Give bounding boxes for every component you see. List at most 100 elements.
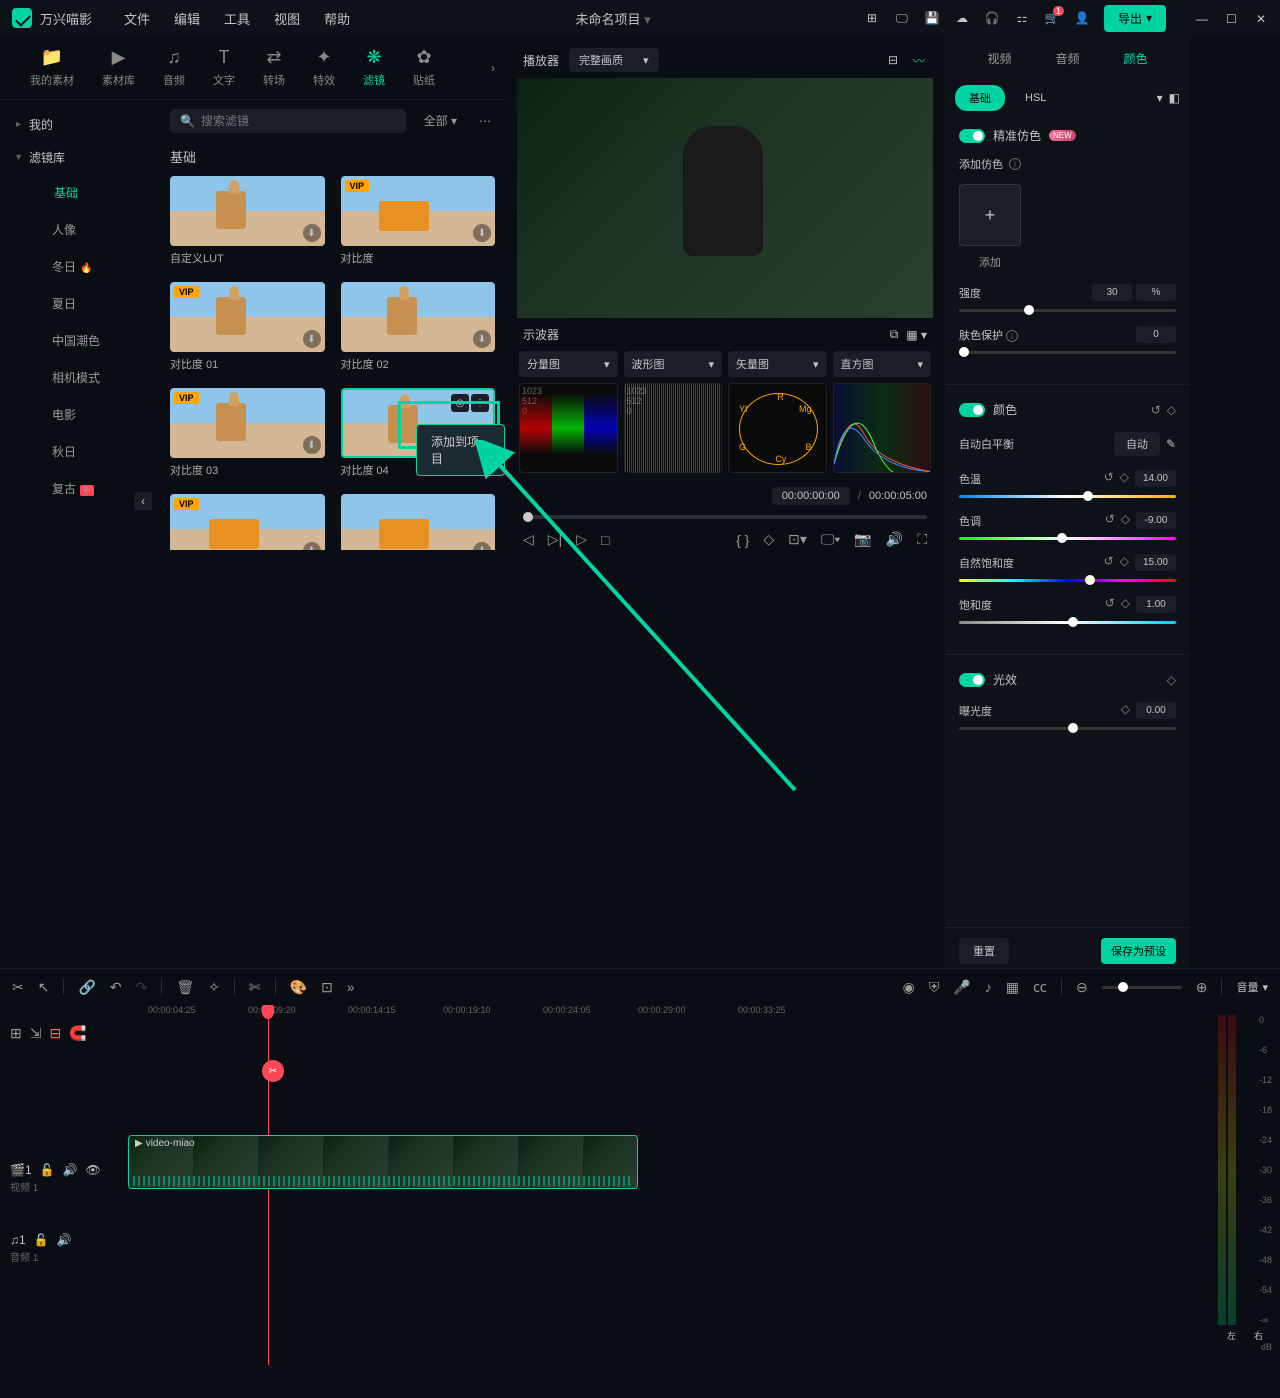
eyedropper-icon[interactable]: ✎ [1166,437,1176,451]
tool-cc[interactable]: ㏄ [1033,977,1047,997]
mark-icon[interactable]: ◇ [763,531,774,548]
menu-edit[interactable]: 编辑 [162,5,212,32]
audio-track-header[interactable]: ♫1🔓🔊 音频 1 [0,1227,128,1297]
tool-shield[interactable]: ⛨ [929,979,940,996]
scope-tab-parade[interactable]: 分量图▾ [519,351,618,377]
color-toggle[interactable] [959,403,985,417]
keyframe-icon[interactable]: ◇ [1167,403,1176,417]
close-icon[interactable]: ✕ [1256,12,1268,24]
preset-item[interactable]: ⬇ [341,494,496,550]
prev-frame-icon[interactable]: ◁ [523,531,534,548]
sidebar-library[interactable]: ▾滤镜库 [0,141,160,174]
tl-expand-icon[interactable]: ⇲ [30,1025,42,1047]
timeline-ruler[interactable]: 00:00:04:25 00:00:09:20 00:00:14:15 00:0… [128,1005,1210,1025]
saturation-slider[interactable] [959,621,1176,624]
subtab-basic[interactable]: 基础 [955,85,1005,111]
zoom-out-icon[interactable]: ⊖ [1076,979,1088,996]
export-button[interactable]: 导出 ▾ [1104,5,1166,32]
tool-color[interactable]: 🎨 [290,979,307,996]
preset-custom-lut[interactable]: ⬇自定义LUT [170,176,325,266]
stop-icon[interactable]: □ [601,532,609,548]
menu-file[interactable]: 文件 [112,5,162,32]
preset-contrast-02[interactable]: ⬇对比度 02 [341,282,496,372]
temperature-slider[interactable] [959,495,1176,498]
tab-stock[interactable]: ▶素材库 [102,47,135,88]
menu-help[interactable]: 帮助 [312,5,362,32]
sidebar-cat-movie[interactable]: 电影 [0,396,160,433]
cart-icon[interactable]: 🛒1 [1044,10,1060,26]
scissor-icon[interactable]: ✂ [262,1060,284,1082]
scope-tab-waveform[interactable]: 波形图▾ [624,351,723,377]
sidebar-cat-summer[interactable]: 夏日 [0,285,160,322]
snapshot-icon[interactable]: 📷 [854,531,871,548]
tab-video[interactable]: 视频 [979,46,1019,71]
mute-icon[interactable]: 🔊 [57,1233,72,1247]
scope-tab-histogram[interactable]: 直方图▾ [833,351,932,377]
video-track-header[interactable]: 🎬1🔓🔊👁 视频 1 [0,1157,128,1227]
tool-align[interactable]: ▦ [1006,979,1019,996]
lock-icon[interactable]: 🔓 [34,1233,49,1247]
tl-group-icon[interactable]: ⊟ [49,1025,61,1047]
info-icon[interactable]: i [1009,158,1021,170]
tl-magnet-icon[interactable]: 🧲 [69,1025,86,1047]
more-icon[interactable]: ⋯ [475,110,495,132]
menu-view[interactable]: 视图 [262,5,312,32]
play-icon[interactable]: ▷ [576,531,587,548]
sidebar-cat-autumn[interactable]: 秋日 [0,433,160,470]
preset-contrast-03[interactable]: VIP⬇对比度 03 [170,388,325,478]
display-icon[interactable]: 🖵▾ [821,531,840,548]
compare-icon[interactable]: ⊟ [885,52,901,68]
scope-tab-vector[interactable]: 矢量图▾ [728,351,827,377]
video-clip[interactable]: ▶video-miao [128,1135,638,1189]
search-input[interactable]: 🔍 [170,109,406,133]
scope-layout-icon[interactable]: ▦ ▾ [906,328,927,342]
tool-crop[interactable]: ⊡ [321,979,333,996]
volume-dropdown[interactable]: 音量 ▾ [1236,979,1268,995]
zoom-slider[interactable] [1102,986,1182,989]
tool-mic[interactable]: 🎤 [953,979,970,996]
monitor-icon[interactable]: 🖵 [894,10,910,26]
bracket-icon[interactable]: { } [736,532,749,548]
tool-split[interactable]: ✄ [249,979,261,996]
tab-effects[interactable]: ✦特效 [313,47,335,88]
fullscreen-icon[interactable]: ⛶ [917,531,927,548]
tl-add-track-icon[interactable]: ⊞ [10,1025,22,1047]
tool-arrow[interactable]: ↖ [38,979,50,996]
tabs-scroll-right-icon[interactable]: › [491,61,495,75]
tool-undo[interactable]: ↶ [110,979,122,996]
crop-icon[interactable]: ⊡▾ [788,531,807,548]
precise-color-toggle[interactable] [959,129,985,143]
tab-stickers[interactable]: ✿贴纸 [413,47,435,88]
visible-icon[interactable]: 👁 [86,1163,101,1177]
sidebar-cat-basic[interactable]: 基础 [0,174,160,211]
play-backward-icon[interactable]: ▷| [548,531,562,548]
tool-music-note[interactable]: ♪ [985,979,992,995]
zoom-in-icon[interactable]: ⊕ [1196,979,1208,996]
preset-contrast-01[interactable]: VIP⬇对比度 01 [170,282,325,372]
tool-more[interactable]: » [347,979,355,995]
preset-item[interactable]: VIP⬇ [170,494,325,550]
timeline-tracks[interactable]: 00:00:04:25 00:00:09:20 00:00:14:15 00:0… [128,1005,1210,1365]
preset-contrast[interactable]: VIP⬇对比度 [341,176,496,266]
tab-my-media[interactable]: 📁我的素材 [30,47,74,88]
tab-color[interactable]: 颜色 [1116,46,1156,71]
subtab-hsl[interactable]: HSL [1011,87,1060,109]
save-preset-button[interactable]: 保存为预设 [1101,938,1176,964]
lock-icon[interactable]: 🔓 [40,1163,55,1177]
compare-icon[interactable]: ◧ [1169,91,1180,105]
strength-slider[interactable] [959,309,1176,312]
waveform-toggle-icon[interactable]: 〰 [911,52,927,68]
skin-protect-slider[interactable] [959,351,1176,354]
layout-icon[interactable]: ⊞ [864,10,880,26]
sidebar-my[interactable]: ▸我的 [0,108,160,141]
apps-icon[interactable]: ⚏ [1014,10,1030,26]
sidebar-cat-camera[interactable]: 相机模式 [0,359,160,396]
tab-filters[interactable]: ❋滤镜 [363,47,385,88]
reset-icon[interactable]: ↺ [1151,403,1161,417]
cloud-icon[interactable]: ☁ [954,10,970,26]
exposure-slider[interactable] [959,727,1176,730]
mute-icon[interactable]: 🔊 [63,1163,78,1177]
save-icon[interactable]: 💾 [924,10,940,26]
preview-scrubber[interactable] [523,515,927,519]
light-toggle[interactable] [959,673,985,687]
